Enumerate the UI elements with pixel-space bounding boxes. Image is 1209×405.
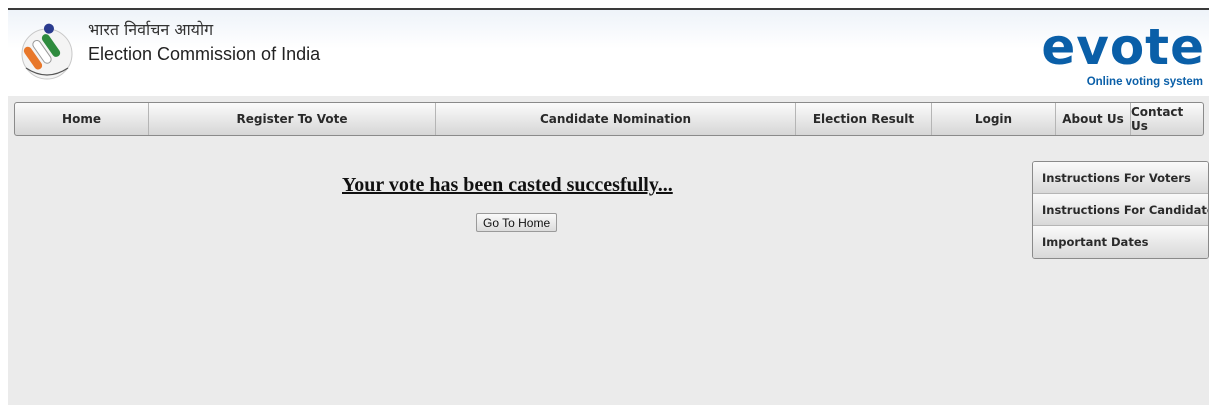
english-title: Election Commission of India bbox=[88, 44, 321, 64]
go-to-home-button[interactable]: Go To Home bbox=[476, 213, 558, 232]
election-commission-emblem-icon bbox=[21, 23, 73, 80]
nav-login[interactable]: Login bbox=[932, 103, 1056, 135]
nav-home[interactable]: Home bbox=[15, 103, 149, 135]
nav-bar: Home Register To Vote Candidate Nominati… bbox=[14, 102, 1204, 136]
nav-contact-us[interactable]: Contact Us bbox=[1131, 103, 1203, 135]
nav-candidate-nomination[interactable]: Candidate Nomination bbox=[436, 103, 796, 135]
success-message: Your vote has been casted succesfully... bbox=[342, 174, 673, 196]
hindi-title: भारत निर्वाचन आयोग bbox=[88, 20, 214, 39]
side-menu: Instructions For Voters Instructions For… bbox=[1032, 161, 1209, 259]
evote-logo-icon: evote Online voting system bbox=[1041, 18, 1205, 94]
evote-tagline: Online voting system bbox=[1086, 76, 1203, 88]
header: भारत निर्वाचन आयोग Election Commission o… bbox=[8, 10, 1209, 96]
evote-logo-word: evote bbox=[1041, 18, 1205, 76]
page: भारत निर्वाचन आयोग Election Commission o… bbox=[0, 0, 1209, 405]
content-area: Home Register To Vote Candidate Nominati… bbox=[8, 96, 1209, 405]
side-item-instructions-candidates[interactable]: Instructions For Candidates bbox=[1033, 194, 1208, 226]
brand-block: भारत निर्वाचन आयोग Election Commission o… bbox=[88, 20, 320, 66]
nav-election-result[interactable]: Election Result bbox=[796, 103, 932, 135]
side-item-important-dates[interactable]: Important Dates bbox=[1033, 226, 1208, 258]
nav-about-us[interactable]: About Us bbox=[1056, 103, 1131, 135]
side-item-instructions-voters[interactable]: Instructions For Voters bbox=[1033, 162, 1208, 194]
nav-register-to-vote[interactable]: Register To Vote bbox=[149, 103, 436, 135]
